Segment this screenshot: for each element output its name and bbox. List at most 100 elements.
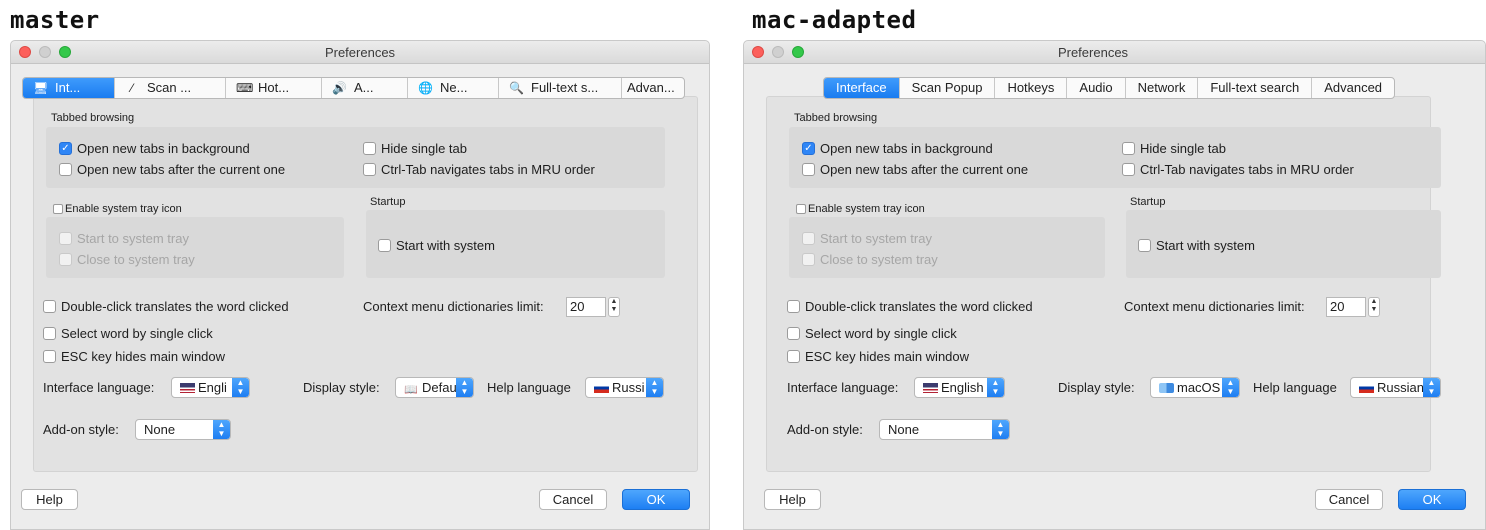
esc-hides-window-option[interactable]: ESC key hides main window xyxy=(787,349,969,364)
select-arrows-icon: ▲ ▼ xyxy=(456,378,473,397)
cancel-button[interactable]: Cancel xyxy=(539,489,607,510)
double-click-translates-option[interactable]: Double-click translates the word clicked xyxy=(787,299,1033,314)
tab-hotkeys[interactable]: ⌨ Hot... xyxy=(226,78,322,98)
checkbox-disabled xyxy=(59,253,72,266)
display-style-select[interactable]: 📖 Defau ▲ ▼ xyxy=(395,377,474,398)
speaker-icon: 🔊 xyxy=(332,81,347,95)
context-menu-limit-field[interactable]: 20 xyxy=(1326,297,1366,317)
checkbox[interactable] xyxy=(363,142,376,155)
help-language-select[interactable]: Russian ▲ ▼ xyxy=(1350,377,1441,398)
double-click-translates-option[interactable]: Double-click translates the word clicked xyxy=(43,299,289,314)
select-single-click-option[interactable]: Select word by single click xyxy=(787,326,957,341)
tab-network[interactable]: Network xyxy=(1126,78,1199,98)
tab-audio[interactable]: 🔊 A... xyxy=(322,78,408,98)
tab-audio[interactable]: Audio xyxy=(1067,78,1126,98)
checkbox[interactable] xyxy=(787,327,800,340)
checkbox-checked[interactable]: ✓ xyxy=(59,142,72,155)
tray-group xyxy=(46,217,344,278)
enable-tray-icon-option[interactable]: Enable system tray icon xyxy=(796,203,925,215)
ctrl-tab-mru-option[interactable]: Ctrl-Tab navigates tabs in MRU order xyxy=(363,162,595,177)
help-button[interactable]: Help xyxy=(764,489,821,510)
checkbox[interactable] xyxy=(1122,163,1135,176)
addon-style-label: Add-on style: xyxy=(43,422,119,437)
keyboard-icon: ⌨ xyxy=(236,81,254,95)
window-title: Preferences xyxy=(324,45,396,60)
close-to-tray-option: Close to system tray xyxy=(59,252,195,267)
magic-wand-icon: ⁄ xyxy=(130,81,133,95)
checkbox[interactable] xyxy=(378,239,391,252)
hide-single-tab-option[interactable]: Hide single tab xyxy=(363,141,467,156)
enable-tray-icon-option[interactable]: Enable system tray icon xyxy=(53,203,182,215)
tab-scan-popup[interactable]: Scan Popup xyxy=(900,78,996,98)
checkbox-disabled xyxy=(802,232,815,245)
select-arrows-icon: ▲ ▼ xyxy=(987,378,1004,397)
checkbox[interactable] xyxy=(43,327,56,340)
help-language-select[interactable]: Russi ▲ ▼ xyxy=(585,377,664,398)
title-bar: Preferences xyxy=(11,41,709,64)
stepper-arrows-icon[interactable]: ▲ ▼ xyxy=(608,297,620,317)
tab-full-text-search[interactable]: Full-text search xyxy=(1198,78,1313,98)
checkbox[interactable] xyxy=(43,350,56,363)
tab-network[interactable]: 🌐 Ne... xyxy=(408,78,499,98)
checkbox[interactable] xyxy=(59,163,72,176)
addon-style-select[interactable]: None ▲ ▼ xyxy=(135,419,231,440)
tab-bar: 🖥 Int... ⁄ Scan ... ⌨ Hot... 🔊 A... 🌐 Ne... 🔍… xyxy=(22,77,685,99)
title-bar: Preferences xyxy=(744,41,1485,64)
checkbox-disabled xyxy=(59,232,72,245)
select-arrows-icon: ▲ ▼ xyxy=(646,378,663,397)
checkbox[interactable] xyxy=(53,204,63,214)
display-style-label: Display style: xyxy=(1058,380,1135,395)
globe-icon: 🌐 xyxy=(418,81,433,95)
hide-single-tab-option[interactable]: Hide single tab xyxy=(1122,141,1226,156)
interface-language-select[interactable]: Engli ▲ ▼ xyxy=(171,377,250,398)
checkbox[interactable] xyxy=(796,204,806,214)
tab-full-text-search[interactable]: 🔍 Full-text s... xyxy=(499,78,622,98)
tab-bar: Interface Scan Popup Hotkeys Audio Netwo… xyxy=(823,77,1396,99)
start-with-system-option[interactable]: Start with system xyxy=(378,238,495,253)
tab-hotkeys[interactable]: Hotkeys xyxy=(995,78,1068,98)
select-arrows-icon: ▲ ▼ xyxy=(992,420,1009,439)
context-menu-limit-label: Context menu dictionaries limit: xyxy=(1124,299,1305,314)
checkbox[interactable] xyxy=(787,300,800,313)
tab-interface[interactable]: Interface xyxy=(824,78,900,98)
ctrl-tab-mru-option[interactable]: Ctrl-Tab navigates tabs in MRU order xyxy=(1122,162,1354,177)
open-tabs-after-current-option[interactable]: Open new tabs after the current one xyxy=(802,162,1028,177)
help-language-label: Help language xyxy=(1253,380,1337,395)
checkbox-disabled xyxy=(802,253,815,266)
cancel-button[interactable]: Cancel xyxy=(1315,489,1383,510)
checkbox[interactable] xyxy=(787,350,800,363)
context-menu-limit-label: Context menu dictionaries limit: xyxy=(363,299,544,314)
select-single-click-option[interactable]: Select word by single click xyxy=(43,326,213,341)
open-new-tabs-background-option[interactable]: ✓ Open new tabs in background xyxy=(59,141,250,156)
open-new-tabs-background-option[interactable]: ✓ Open new tabs in background xyxy=(802,141,993,156)
checkbox[interactable] xyxy=(1138,239,1151,252)
checkbox[interactable] xyxy=(43,300,56,313)
help-button[interactable]: Help xyxy=(21,489,78,510)
startup-heading: Startup xyxy=(1130,196,1166,208)
checkbox[interactable] xyxy=(802,163,815,176)
tab-scan-popup[interactable]: ⁄ Scan ... xyxy=(115,78,226,98)
master-caption: master xyxy=(10,6,100,34)
open-tabs-after-current-option[interactable]: Open new tabs after the current one xyxy=(59,162,285,177)
esc-hides-window-option[interactable]: ESC key hides main window xyxy=(43,349,225,364)
checkbox[interactable] xyxy=(1122,142,1135,155)
tab-advanced[interactable]: Advanced xyxy=(1312,78,1394,98)
help-language-label: Help language xyxy=(487,380,571,395)
start-with-system-option[interactable]: Start with system xyxy=(1138,238,1255,253)
context-menu-limit-field[interactable]: 20 xyxy=(566,297,606,317)
ok-button[interactable]: OK xyxy=(622,489,690,510)
addon-style-label: Add-on style: xyxy=(787,422,863,437)
magnifier-icon: 🔍 xyxy=(509,81,524,95)
interface-language-select[interactable]: English ▲ ▼ xyxy=(914,377,1005,398)
monitor-icon: 🖥 xyxy=(33,81,49,95)
ok-button[interactable]: OK xyxy=(1398,489,1466,510)
us-flag-icon xyxy=(923,383,938,393)
checkbox[interactable] xyxy=(363,163,376,176)
display-style-select[interactable]: macOS ▲ ▼ xyxy=(1150,377,1240,398)
checkbox-checked[interactable]: ✓ xyxy=(802,142,815,155)
stepper-arrows-icon[interactable]: ▲ ▼ xyxy=(1368,297,1380,317)
tab-interface[interactable]: 🖥 Int... xyxy=(23,78,115,98)
close-to-tray-option: Close to system tray xyxy=(802,252,938,267)
addon-style-select[interactable]: None ▲ ▼ xyxy=(879,419,1010,440)
tab-advanced[interactable]: Advan... xyxy=(622,78,684,98)
